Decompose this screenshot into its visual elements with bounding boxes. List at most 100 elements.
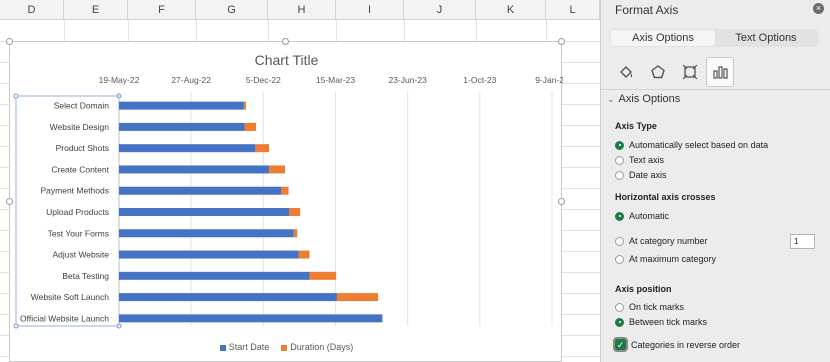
legend-entry[interactable]: Start Date	[219, 342, 269, 352]
radio-button[interactable]	[615, 317, 624, 327]
category-label: Adjust Website	[52, 250, 109, 260]
column-header-j[interactable]: J	[404, 0, 476, 20]
bar-start-date	[119, 271, 310, 280]
bar-start-date	[119, 122, 245, 131]
pane-tab-bar: Axis Options Text Options	[610, 29, 818, 47]
radio-axis-auto[interactable]: Automatically select based on data	[615, 139, 768, 151]
bar-duration	[243, 101, 247, 110]
bar-duration	[336, 293, 379, 302]
radio-on-tick-marks[interactable]: On tick marks	[615, 301, 684, 313]
radio-button[interactable]	[615, 155, 624, 165]
bar-duration	[244, 122, 257, 131]
axis-position-heading: Axis position	[615, 284, 672, 294]
radio-button[interactable]	[615, 170, 624, 180]
bar-duration	[255, 144, 270, 153]
bar-start-date	[119, 186, 282, 195]
radio-label: Text axis	[629, 155, 665, 165]
radio-crosses-automatic[interactable]: Automatic	[615, 210, 669, 222]
axis-selection-handle	[13, 93, 19, 99]
x-tick-label: 15-Mar-23	[316, 75, 355, 85]
bar-start-date	[119, 165, 270, 174]
section-label: Axis Options	[618, 93, 681, 105]
reverse-order-checkbox[interactable]: ✓	[613, 337, 628, 352]
radio-label: At category number	[629, 236, 708, 246]
radio-button[interactable]	[615, 302, 624, 312]
bar-start-date	[119, 144, 256, 153]
category-label: Test Your Forms	[48, 228, 109, 238]
column-header-l[interactable]: L	[546, 0, 600, 20]
radio-label: Date axis	[629, 170, 667, 180]
column-header-g[interactable]: G	[196, 0, 268, 20]
bar-duration	[289, 208, 301, 216]
radio-button[interactable]	[615, 254, 624, 264]
radio-label: Automatic	[629, 211, 670, 221]
radio-axis-text[interactable]: Text axis	[615, 154, 664, 166]
x-tick-label: 19-May-22	[99, 75, 140, 85]
reverse-order-row[interactable]: ✓ Categories in reverse order	[613, 337, 741, 352]
pane-divider	[601, 89, 830, 90]
radio-button[interactable]	[615, 140, 624, 150]
chart-legend[interactable]: Start Date Duration (Days)	[10, 342, 563, 352]
crosses-heading: Horizontal axis crosses	[615, 192, 716, 202]
category-label: Official Website Launch	[20, 313, 109, 323]
x-tick-label: 5-Dec-22	[246, 75, 281, 85]
radio-crosses-category-number[interactable]: At category number	[615, 235, 708, 247]
category-label: Payment Methods	[40, 186, 109, 196]
column-header-f[interactable]: F	[128, 0, 196, 20]
column-header-k[interactable]: K	[476, 0, 546, 20]
close-icon[interactable]: ×	[813, 3, 824, 14]
pane-title: Format Axis	[615, 3, 679, 17]
spreadsheet-area[interactable]: DEFGHIJKL Chart Title 19-May-22 27-Aug-22…	[0, 0, 600, 362]
bar-start-date	[119, 250, 299, 259]
bar-start-date	[119, 314, 383, 323]
x-tick-label: 1-Oct-23	[463, 75, 496, 85]
checkbox-label: Categories in reverse order	[631, 339, 741, 350]
tab-text-options[interactable]: Text Options	[715, 30, 817, 46]
x-tick-label: 27-Aug-22	[171, 75, 211, 85]
format-axis-pane: Format Axis × Axis Options Text Options …	[600, 0, 830, 362]
category-label: Beta Testing	[62, 271, 109, 281]
category-icon-row	[610, 57, 820, 87]
axis-options-bar-icon[interactable]	[706, 57, 734, 87]
section-axis-options[interactable]: ⌄ Axis Options	[607, 93, 680, 105]
column-header-h[interactable]: H	[268, 0, 336, 20]
category-label: Website Design	[50, 122, 110, 132]
category-label: Create Content	[51, 164, 109, 174]
axis-selection-handle	[13, 323, 19, 329]
axis-type-heading: Axis Type	[615, 121, 657, 131]
gantt-chart[interactable]: Chart Title 19-May-22 27-Aug-22 5-Dec-22 15…	[6, 38, 565, 362]
tab-axis-options[interactable]: Axis Options	[611, 30, 715, 46]
radio-label: Between tick marks	[629, 317, 708, 327]
radio-button[interactable]	[615, 236, 624, 246]
category-label: Website Soft Launch	[31, 292, 110, 302]
column-header-e[interactable]: E	[64, 0, 128, 20]
category-number-field[interactable]: 1	[790, 234, 815, 249]
radio-axis-date[interactable]: Date axis	[615, 169, 667, 181]
bar-start-date	[119, 229, 294, 238]
radio-label: At maximum category	[629, 254, 717, 264]
radio-crosses-max-category[interactable]: At maximum category	[615, 253, 716, 265]
column-headers: DEFGHIJKL	[0, 0, 600, 20]
size-properties-icon[interactable]	[676, 57, 704, 87]
fill-line-icon[interactable]	[612, 57, 640, 87]
radio-button[interactable]	[615, 211, 624, 221]
chevron-down-icon: ⌄	[607, 94, 615, 104]
legend-swatch	[281, 344, 288, 351]
category-label: Select Domain	[54, 101, 110, 111]
bar-start-date	[119, 293, 337, 302]
bar-duration	[269, 165, 285, 174]
bar-duration	[281, 186, 289, 195]
legend-entry[interactable]: Duration (Days)	[281, 342, 353, 352]
x-tick-label: 9-Jan-24	[535, 75, 563, 85]
bar-duration	[298, 250, 310, 259]
column-header-d[interactable]: D	[0, 0, 64, 20]
plot-area: 19-May-22 27-Aug-22 5-Dec-22 15-Mar-23 23-Ju…	[13, 75, 563, 329]
column-header-i[interactable]: I	[336, 0, 404, 20]
bar-duration	[309, 271, 337, 280]
effects-pentagon-icon[interactable]	[644, 57, 672, 87]
radio-label: On tick marks	[629, 302, 685, 312]
category-label: Product Shots	[56, 143, 109, 153]
radio-between-tick-marks[interactable]: Between tick marks	[615, 316, 707, 328]
bar-start-date	[119, 101, 244, 110]
legend-label: Duration (Days)	[290, 342, 354, 352]
